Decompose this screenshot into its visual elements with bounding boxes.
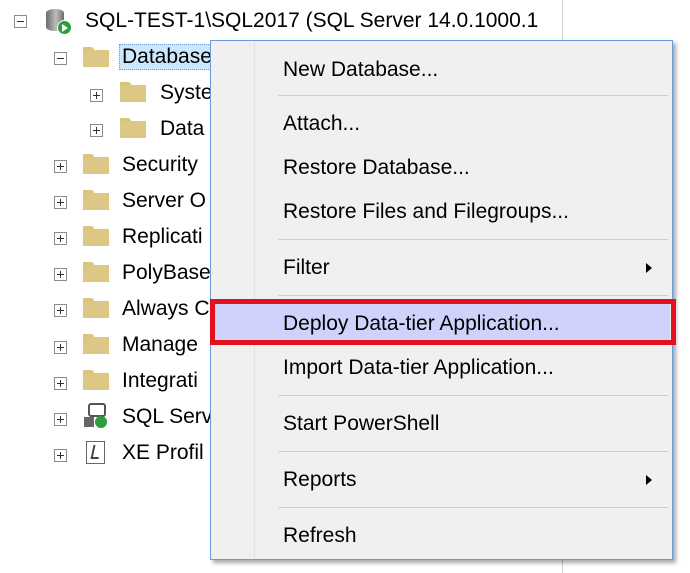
polybase-expand-toggle[interactable] [54,268,67,281]
menu-item-label: Deploy Data-tier Application... [283,312,560,335]
menu-item-label: Attach... [283,112,361,135]
databases-collapse-toggle[interactable] [54,52,67,65]
menu-item-label: Start PowerShell [283,412,440,435]
menu-item-refresh[interactable]: Refresh [213,516,670,556]
security-expand-toggle[interactable] [54,160,67,173]
menu-item-new-database[interactable]: New Database... [213,50,670,90]
submenu-arrow-icon [646,475,652,485]
replication-expand-toggle[interactable] [54,232,67,245]
menu-separator [278,239,668,240]
menu-item-label: Restore Files and Filegroups... [283,200,569,223]
server-objects-node-label[interactable]: Server O [122,189,206,213]
snapshots-expand-toggle[interactable] [90,124,103,137]
xe-profiler-expand-toggle[interactable] [54,449,67,462]
menu-separator [278,451,668,452]
menu-separator [278,395,668,396]
database-server-icon [44,5,72,35]
menu-item-label: New Database... [283,58,439,81]
menu-separator [278,507,668,508]
folder-icon [83,262,109,282]
system-databases-expand-toggle[interactable] [90,89,103,102]
xe-profiler-node-label[interactable]: XE Profil [122,441,204,465]
folder-icon [83,334,109,354]
folder-icon [83,370,109,390]
context-menu: New Database... Attach... Restore Databa… [210,40,673,560]
management-node-label[interactable]: Manage [122,333,198,357]
system-databases-label[interactable]: Syste [160,81,213,105]
xe-profiler-icon [86,441,105,464]
database-snapshots-label[interactable]: Data [160,117,204,141]
always-on-expand-toggle[interactable] [54,304,67,317]
replication-node-label[interactable]: Replicati [122,225,203,249]
server-objects-expand-toggle[interactable] [54,196,67,209]
folder-icon [83,154,109,174]
menu-item-label: Restore Database... [283,156,470,179]
folder-icon [120,82,146,102]
folder-icon [83,190,109,210]
integration-services-expand-toggle[interactable] [54,377,67,390]
menu-item-deploy-data-tier-application[interactable]: Deploy Data-tier Application... [213,304,670,344]
sql-agent-node-label[interactable]: SQL Serv [122,405,212,429]
management-expand-toggle[interactable] [54,341,67,354]
databases-node-label[interactable]: Database [119,44,215,70]
server-node-label[interactable]: SQL-TEST-1\SQL2017 (SQL Server 14.0.1000… [85,9,538,33]
menu-item-attach[interactable]: Attach... [213,104,670,144]
folder-icon [120,118,146,138]
menu-item-import-data-tier-application[interactable]: Import Data-tier Application... [213,348,670,388]
folder-icon [83,298,109,318]
folder-icon [83,47,109,67]
folder-icon [83,226,109,246]
server-collapse-toggle[interactable] [14,15,27,28]
menu-item-restore-database[interactable]: Restore Database... [213,148,670,188]
menu-item-label: Filter [283,256,330,279]
menu-item-reports[interactable]: Reports [213,460,670,500]
menu-item-filter[interactable]: Filter [213,248,670,288]
always-on-node-label[interactable]: Always C [122,297,210,321]
submenu-arrow-icon [646,263,652,273]
menu-item-label: Refresh [283,524,357,547]
menu-separator [278,295,668,296]
sql-agent-expand-toggle[interactable] [54,413,67,426]
menu-item-start-powershell[interactable]: Start PowerShell [213,404,670,444]
sql-agent-icon [84,403,108,429]
integration-services-node-label[interactable]: Integrati [122,369,198,393]
menu-item-label: Import Data-tier Application... [283,356,554,379]
security-node-label[interactable]: Security [122,153,198,177]
menu-separator [278,95,668,96]
menu-item-restore-files-filegroups[interactable]: Restore Files and Filegroups... [213,192,670,232]
polybase-node-label[interactable]: PolyBase [122,261,211,285]
menu-item-label: Reports [283,468,357,491]
